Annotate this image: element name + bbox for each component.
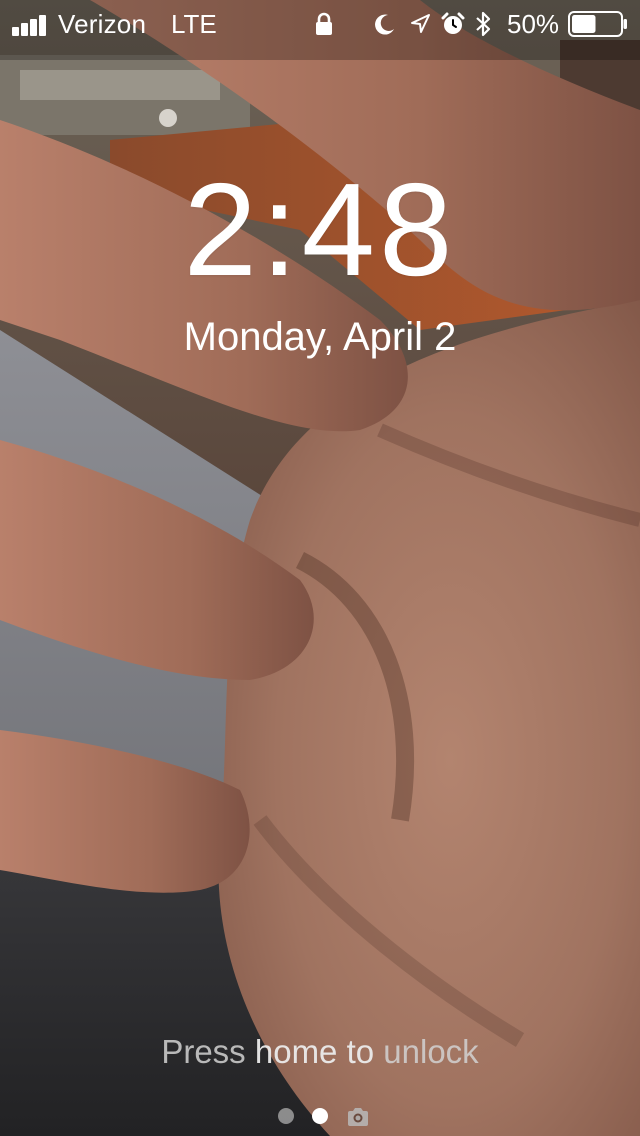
- unlock-prompt[interactable]: Press home to unlock: [0, 1030, 640, 1074]
- lock-icon: [316, 12, 332, 35]
- moon-icon: [375, 14, 394, 35]
- lock-screen-time: 2:48: [183, 156, 457, 303]
- bluetooth-icon: [476, 11, 491, 37]
- page-dot-current[interactable]: [312, 1108, 328, 1124]
- alarm-clock-icon: [441, 12, 465, 34]
- page-indicator[interactable]: [0, 1104, 640, 1128]
- unlock-prompt-part: home to: [254, 1033, 375, 1070]
- unlock-prompt-part: Press: [161, 1033, 255, 1070]
- carrier-name: Verizon: [58, 9, 147, 39]
- battery-fill: [572, 15, 596, 33]
- status-bar: Verizon LTE 50%: [0, 0, 640, 48]
- lock-screen-date: Monday, April 2: [183, 315, 457, 359]
- battery-percent: 50%: [507, 9, 560, 39]
- camera-icon[interactable]: [346, 1107, 370, 1127]
- unlock-prompt-part: unlock: [374, 1033, 479, 1070]
- lock-screen: Verizon LTE 50% 2:48 Monday, April 2 Pre…: [0, 0, 640, 1136]
- location-arrow-icon: [411, 14, 430, 33]
- battery-icon: [568, 11, 627, 37]
- network-type: LTE: [171, 9, 217, 39]
- signal-bars-icon: [12, 12, 52, 36]
- page-dot-widgets[interactable]: [278, 1108, 294, 1124]
